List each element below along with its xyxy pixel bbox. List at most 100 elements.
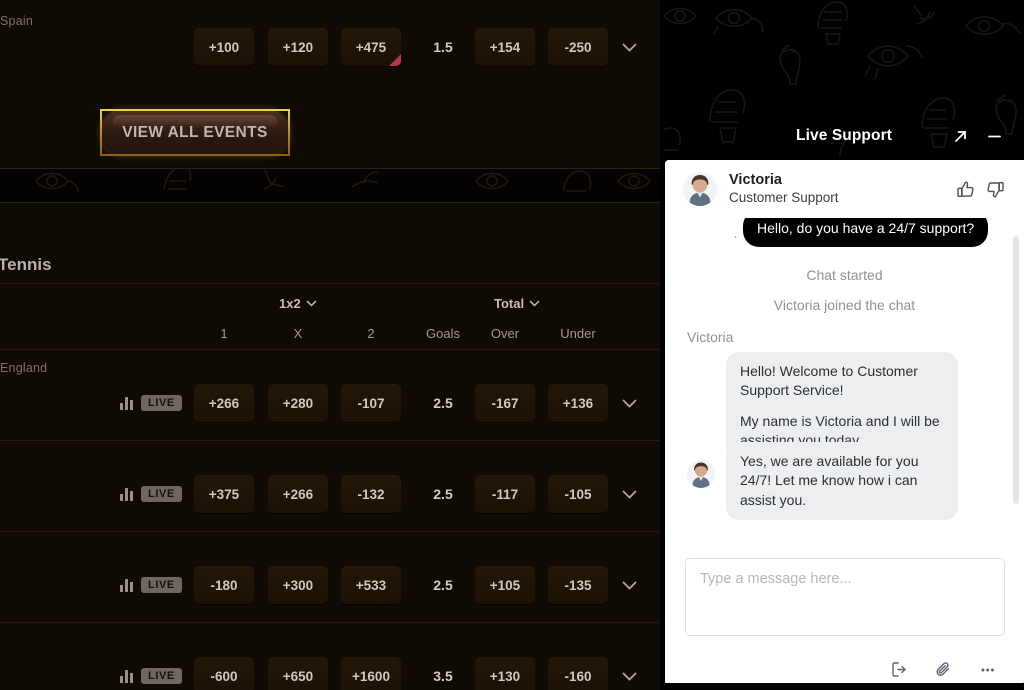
row-expand-chevron-down-icon[interactable] — [616, 28, 642, 66]
odds-button-2[interactable]: +533 — [341, 566, 401, 604]
message-input[interactable] — [685, 558, 1005, 636]
odds-button-2[interactable]: +1600 — [341, 657, 401, 690]
live-indicator-group[interactable]: LIVE — [120, 657, 182, 690]
sportsbook-panel: Spain +100 +120 +475 1.5 +154 -250 VIEW … — [0, 0, 660, 690]
column-header-1: 1 — [220, 325, 228, 341]
odds-button-under[interactable]: -135 — [548, 566, 608, 604]
column-header-2: 2 — [367, 325, 375, 341]
chat-footer-toolbar — [665, 652, 1024, 686]
row-expand-chevron-down-icon[interactable] — [616, 384, 642, 422]
chat-panel: Victoria Customer Support · Hello, do yo… — [665, 160, 1024, 687]
goals-value: 2.5 — [433, 486, 453, 502]
bar-chart-icon — [120, 669, 133, 683]
goals-value: 2.5 — [433, 395, 453, 411]
agent-name: Victoria — [729, 172, 782, 189]
odds-button-1[interactable]: +375 — [194, 475, 254, 513]
top-odds-row: +100 +120 +475 1.5 +154 -250 — [0, 28, 660, 82]
bar-chart-icon — [120, 487, 133, 501]
market-group-1x2[interactable]: 1x2 — [279, 294, 317, 312]
row-expand-chevron-down-icon[interactable] — [616, 475, 642, 513]
goals-value: 2.5 — [433, 577, 453, 593]
message-paragraph: Yes, we are available for you 24/7! Let … — [740, 453, 919, 508]
row-expand-chevron-down-icon[interactable] — [616, 566, 642, 604]
expand-arrow-icon[interactable] — [947, 123, 973, 149]
odds-button-2[interactable]: -107 — [341, 384, 401, 422]
chevron-down-icon — [306, 299, 317, 307]
chat-scrollbar[interactable] — [1013, 236, 1019, 504]
row-divider — [0, 531, 660, 532]
avatar — [687, 460, 715, 488]
odds-button-x[interactable]: +650 — [268, 657, 328, 690]
column-header-under: Under — [560, 325, 596, 341]
country-label-spain: Spain — [0, 14, 33, 28]
chat-agent-bar: Victoria Customer Support — [665, 160, 1024, 218]
system-message-agent-joined: Victoria joined the chat — [773, 297, 916, 313]
live-badge: LIVE — [141, 395, 182, 411]
odds-button-1[interactable]: +100 — [194, 28, 254, 66]
row-divider — [0, 622, 660, 623]
odds-button-under[interactable]: -250 — [548, 28, 608, 66]
table-row: LIVE -180 +300 +533 2.5 +105 -135 — [0, 566, 660, 620]
market-group-1x2-label: 1x2 — [279, 295, 301, 311]
message-sender-name: Victoria — [687, 329, 734, 345]
odds-button-2[interactable]: +475 — [341, 28, 401, 66]
chat-message-list[interactable]: · Hello, do you have a 24/7 support? Cha… — [665, 218, 1024, 548]
transfer-chat-icon[interactable] — [888, 658, 910, 680]
odds-button-2[interactable]: -132 — [341, 475, 401, 513]
live-chat-widget: Live Support Victoria Customer Support ·… — [664, 0, 1024, 690]
odds-drop-indicator-icon — [389, 54, 401, 66]
chevron-down-icon — [529, 299, 540, 307]
view-all-events-button[interactable]: VIEW ALL EVENTS — [100, 109, 290, 156]
odds-button-over[interactable]: +154 — [475, 28, 535, 66]
odds-button-x[interactable]: +300 — [268, 566, 328, 604]
odds-button-1[interactable]: -600 — [194, 657, 254, 690]
region-label-england: England — [0, 361, 48, 375]
odds-button-over[interactable]: -117 — [475, 475, 535, 513]
bar-chart-icon — [120, 396, 133, 410]
chat-titlebar: Live Support — [664, 112, 1024, 160]
live-indicator-group[interactable]: LIVE — [120, 566, 182, 604]
list-item: Hello, do you have a 24/7 support? — [743, 218, 989, 247]
odds-button-1[interactable]: -180 — [194, 566, 254, 604]
odds-button-1[interactable]: +266 — [194, 384, 254, 422]
odds-button-over[interactable]: -167 — [475, 384, 535, 422]
odds-button-under[interactable]: -105 — [548, 475, 608, 513]
message-paragraph: Hello! Welcome to Customer Support Servi… — [740, 363, 918, 399]
live-badge: LIVE — [141, 577, 182, 593]
odds-button-under[interactable]: +136 — [548, 384, 608, 422]
odds-button-2-value: +475 — [355, 39, 387, 55]
goals-value: 1.5 — [433, 39, 453, 55]
avatar — [683, 172, 717, 206]
more-options-icon[interactable] — [976, 658, 998, 680]
attachment-icon[interactable] — [932, 658, 954, 680]
live-badge: LIVE — [141, 486, 182, 502]
divider-below-sport-title — [0, 283, 660, 284]
market-group-total-label: Total — [494, 295, 525, 311]
thumbs-down-icon[interactable] — [980, 174, 1010, 204]
odds-button-over[interactable]: +105 — [475, 566, 535, 604]
odds-button-x[interactable]: +266 — [268, 475, 328, 513]
row-expand-chevron-down-icon[interactable] — [616, 657, 642, 690]
minimize-icon[interactable] — [981, 123, 1007, 149]
odds-button-x[interactable]: +280 — [268, 384, 328, 422]
system-message-chat-started: Chat started — [806, 267, 883, 283]
sport-title-tennis: Tennis — [0, 255, 52, 274]
live-indicator-group[interactable]: LIVE — [120, 384, 182, 422]
column-header-over: Over — [490, 325, 520, 341]
table-row: LIVE +266 +280 -107 2.5 -167 +136 — [0, 384, 660, 438]
agent-role: Customer Support — [729, 189, 839, 205]
row-divider — [0, 440, 660, 441]
list-item: Yes, we are available for you 24/7! Let … — [726, 442, 958, 520]
chat-bottom-edge — [664, 683, 1024, 690]
view-all-events-wrap: VIEW ALL EVENTS — [100, 109, 290, 156]
column-header-goals: Goals — [426, 325, 460, 341]
odds-button-under[interactable]: -160 — [548, 657, 608, 690]
odds-button-over[interactable]: +130 — [475, 657, 535, 690]
odds-button-x[interactable]: +120 — [268, 28, 328, 66]
market-group-total[interactable]: Total — [494, 294, 540, 312]
table-row: LIVE -600 +650 +1600 3.5 +130 -160 — [0, 657, 660, 690]
live-indicator-group[interactable]: LIVE — [120, 475, 182, 513]
divider-below-column-headers — [0, 349, 660, 350]
thumbs-up-icon[interactable] — [950, 174, 980, 204]
screen-root: Spain +100 +120 +475 1.5 +154 -250 VIEW … — [0, 0, 1024, 690]
